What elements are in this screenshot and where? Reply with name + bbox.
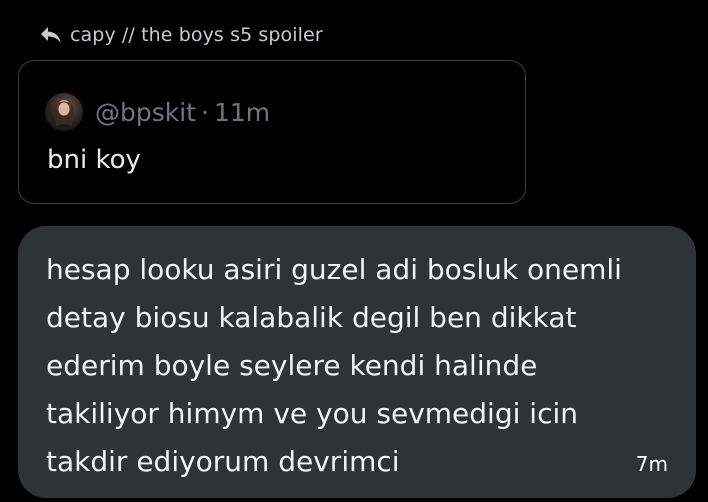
message-text: hesap looku asiri guzel adi bosluk oneml… [46,253,622,478]
quoted-post-meta: @bpskit · 11m [95,98,270,127]
quoted-post-text: bni koy [47,145,141,175]
quoted-post-handle[interactable]: @bpskit [95,98,196,127]
reply-context[interactable]: capy // the boys s5 spoiler [40,20,323,50]
quoted-post-time: 11m [213,97,271,127]
meta-separator: · [201,97,209,127]
quoted-post-card[interactable]: @bpskit · 11m bni koy [18,60,526,204]
quoted-post-header: @bpskit · 11m [45,93,270,131]
user-avatar[interactable] [45,93,83,131]
message-bubble[interactable]: hesap looku asiri guzel adi bosluk oneml… [18,226,696,498]
reply-context-label: capy // the boys s5 spoiler [70,24,323,46]
reply-arrow-icon [40,26,62,44]
message-timestamp: 7m [635,452,668,476]
